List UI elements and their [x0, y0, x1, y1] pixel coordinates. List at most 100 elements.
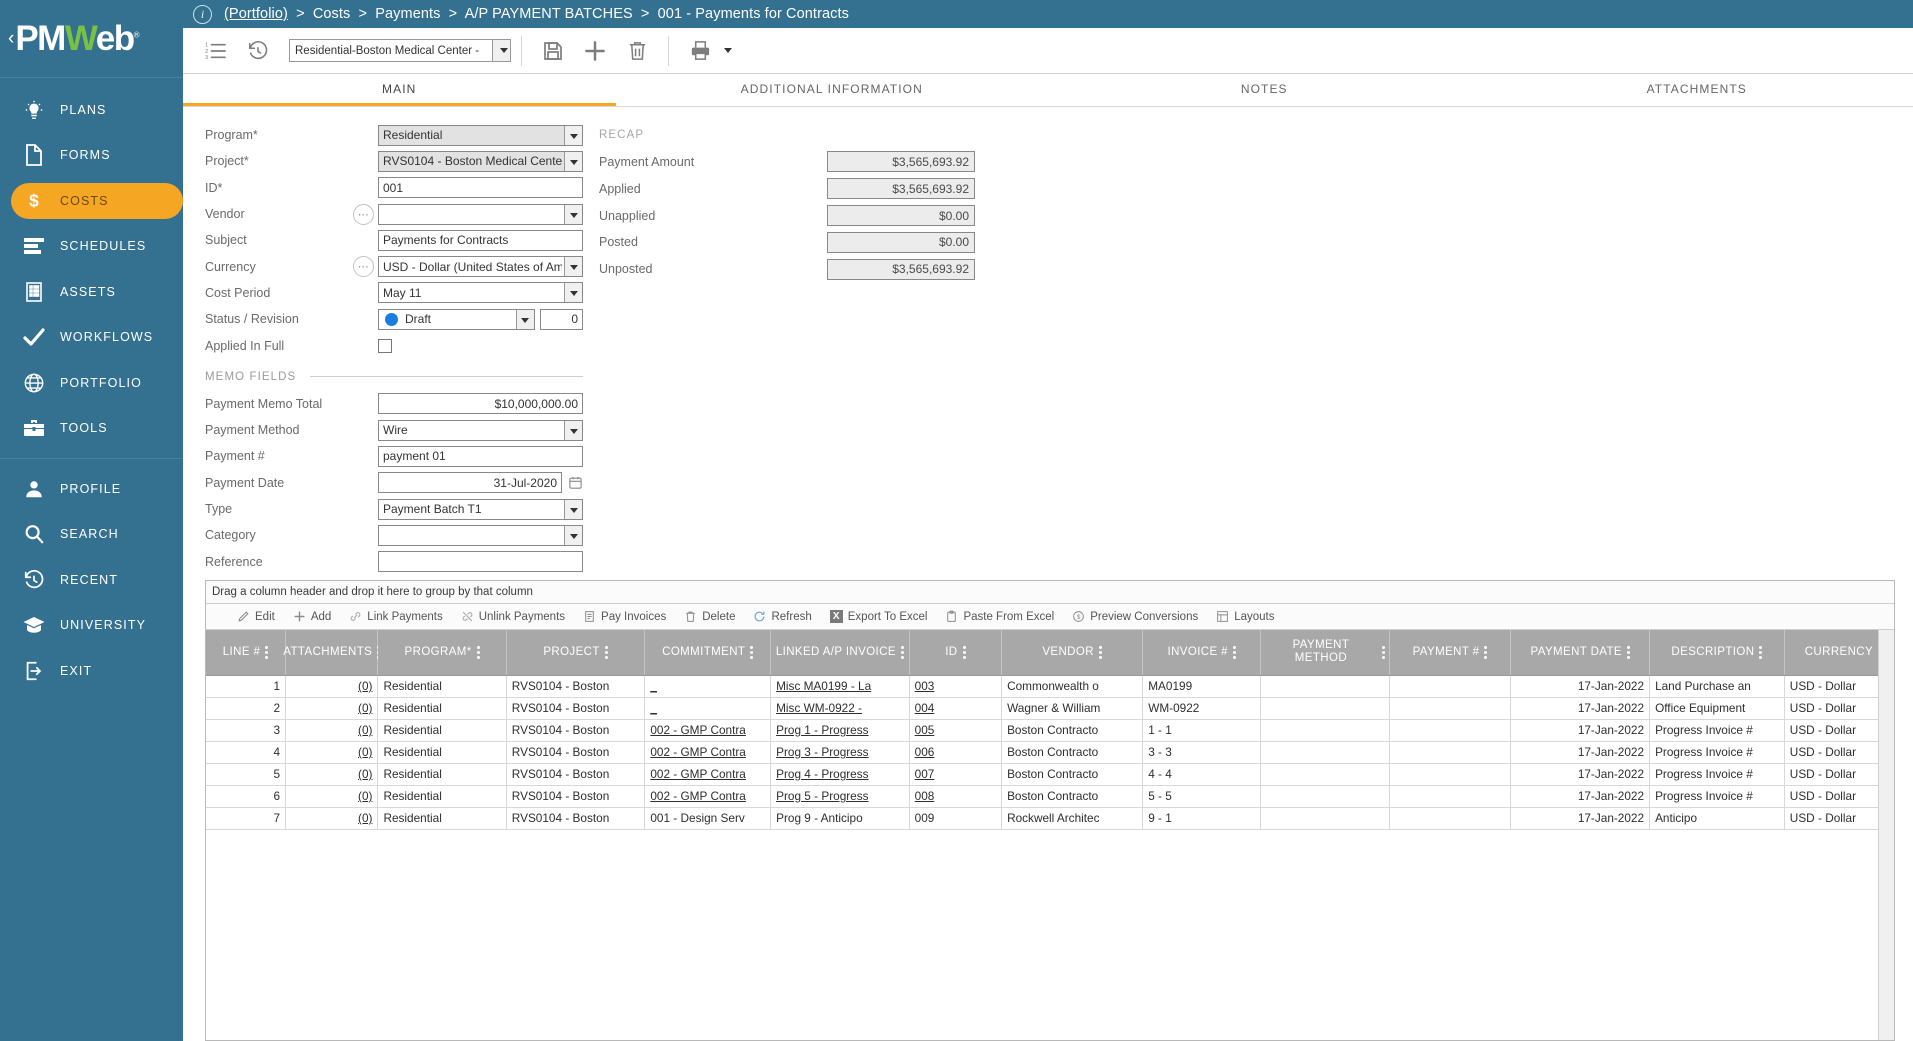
sidebar-item-assets[interactable]: ASSETS [0, 269, 183, 315]
id-input[interactable]: 001 [378, 177, 583, 199]
cell-commitment[interactable]: 002 - GMP Contra [644, 763, 772, 786]
currency-picker-ellipsis-icon[interactable]: ⋯ [353, 256, 374, 278]
category-select[interactable] [378, 524, 583, 546]
reference-input[interactable] [378, 551, 583, 573]
id-link[interactable]: 007 [915, 767, 935, 781]
breadcrumb-portfolio[interactable]: (Portfolio) [224, 6, 288, 22]
commitment-link[interactable]: 002 - GMP Contra [650, 723, 746, 737]
col-attachments[interactable]: ATTACHMENTS [283, 630, 381, 676]
commitment-link[interactable]: _ [650, 701, 657, 715]
col-vendor[interactable]: VENDOR [1001, 630, 1144, 676]
col-payment-number[interactable]: PAYMENT # [1389, 630, 1512, 676]
tab-additional-information[interactable]: ADDITIONAL INFORMATION [616, 74, 1049, 106]
program-select[interactable]: Residential [378, 124, 583, 146]
sidebar-item-recent[interactable]: RECENT [0, 557, 183, 603]
history-revert-icon[interactable] [237, 31, 279, 71]
chevron-down-icon[interactable] [564, 283, 582, 303]
table-row[interactable]: 5 (0) Residential RVS0104 - Boston 002 -… [206, 763, 1894, 786]
sidebar-item-plans[interactable]: PLANS [0, 87, 183, 133]
kebab-icon[interactable] [1232, 645, 1236, 659]
kebab-icon[interactable] [1484, 645, 1488, 659]
kebab-icon[interactable] [750, 645, 754, 659]
cell-linked-invoice[interactable]: Prog 3 - Progress [770, 741, 910, 764]
cell-commitment[interactable]: 002 - GMP Contra [644, 719, 772, 742]
chevron-down-icon[interactable] [564, 151, 582, 171]
chevron-down-icon[interactable] [564, 499, 582, 519]
kebab-icon[interactable] [1098, 645, 1102, 659]
attachment-link[interactable]: (0) [358, 745, 372, 759]
group-by-dropzone[interactable]: Drag a column header and drop it here to… [206, 581, 1894, 604]
sidebar-item-workflows[interactable]: WORKFLOWS [0, 315, 183, 361]
chevron-down-icon[interactable] [515, 309, 534, 329]
linked-invoice-link[interactable]: Prog 3 - Progress [776, 745, 868, 759]
sidebar-item-search[interactable]: SEARCH [0, 512, 183, 558]
project-select[interactable]: RVS0104 - Boston Medical Center [378, 150, 583, 172]
breadcrumb-ap-payment-batches[interactable]: A/P PAYMENT BATCHES [465, 6, 633, 22]
col-payment-method[interactable]: PAYMENT METHOD [1260, 630, 1390, 676]
col-project[interactable]: PROJECT [506, 630, 646, 676]
col-commitment[interactable]: COMMITMENT [644, 630, 772, 676]
payment-date-input[interactable]: 31-Jul-2020 [378, 472, 562, 494]
attachment-link[interactable]: (0) [358, 811, 372, 825]
chevron-down-icon[interactable] [564, 420, 582, 440]
col-description[interactable]: DESCRIPTION [1649, 630, 1785, 676]
payment-number-input[interactable]: payment 01 [378, 445, 583, 467]
col-invoice-number[interactable]: INVOICE # [1142, 630, 1262, 676]
table-row[interactable]: 1 (0) Residential RVS0104 - Boston _ Mis… [206, 675, 1894, 698]
col-payment-date[interactable]: PAYMENT DATE [1510, 630, 1651, 676]
cell-attachments[interactable]: (0) [285, 807, 379, 830]
cell-attachments[interactable]: (0) [285, 785, 379, 808]
plus-icon[interactable] [574, 31, 616, 71]
cell-linked-invoice[interactable]: Prog 5 - Progress [770, 785, 910, 808]
paste-from-excel-button[interactable]: Paste From Excel [936, 604, 1063, 630]
payment-method-select[interactable]: Wire [378, 419, 583, 441]
linked-invoice-link[interactable]: Prog 1 - Progress [776, 723, 868, 737]
layouts-button[interactable]: Layouts [1207, 604, 1283, 630]
delete-button[interactable]: Delete [675, 604, 744, 630]
table-row[interactable]: 7 (0) Residential RVS0104 - Boston 001 -… [206, 807, 1894, 830]
sidebar-item-schedules[interactable]: SCHEDULES [0, 224, 183, 270]
cell-id[interactable]: 008 [909, 785, 1003, 808]
unlink-payments-button[interactable]: Unlink Payments [452, 604, 574, 630]
sidebar-item-profile[interactable]: PROFILE [0, 466, 183, 512]
col-line-number[interactable]: LINE # [206, 630, 287, 676]
tab-notes[interactable]: NOTES [1048, 74, 1481, 106]
attachment-link[interactable]: (0) [358, 789, 372, 803]
kebab-icon[interactable] [1759, 645, 1763, 659]
grid-vertical-scrollbar[interactable] [1878, 630, 1894, 1040]
cell-attachments[interactable]: (0) [285, 763, 379, 786]
cell-linked-invoice[interactable]: Prog 4 - Progress [770, 763, 910, 786]
tab-main[interactable]: MAIN [183, 74, 616, 106]
cell-id[interactable]: 005 [909, 719, 1003, 742]
breadcrumb-payments[interactable]: Payments [375, 6, 440, 22]
subject-input[interactable]: Payments for Contracts [378, 229, 583, 251]
cell-commitment[interactable]: 002 - GMP Contra [644, 741, 772, 764]
attachment-link[interactable]: (0) [358, 723, 372, 737]
vendor-picker-ellipsis-icon[interactable]: ⋯ [353, 203, 374, 225]
table-row[interactable]: 6 (0) Residential RVS0104 - Boston 002 -… [206, 785, 1894, 808]
vendor-select[interactable] [378, 203, 583, 225]
cell-linked-invoice[interactable]: Prog 1 - Progress [770, 719, 910, 742]
add-button[interactable]: Add [284, 604, 340, 630]
type-select[interactable]: Payment Batch T1 [378, 498, 583, 520]
id-link[interactable]: 005 [915, 723, 935, 737]
linked-invoice-link[interactable]: Misc MA0199 - La [776, 679, 871, 693]
commitment-link[interactable]: _ [650, 679, 657, 693]
sidebar-item-exit[interactable]: EXIT [0, 648, 183, 694]
chevron-down-icon[interactable] [564, 257, 582, 277]
info-icon[interactable]: i [193, 4, 212, 24]
chevron-down-icon[interactable] [564, 204, 582, 224]
commitment-link[interactable]: 002 - GMP Contra [650, 789, 746, 803]
kebab-icon[interactable] [604, 645, 608, 659]
table-row[interactable]: 4 (0) Residential RVS0104 - Boston 002 -… [206, 741, 1894, 764]
sidebar-item-costs[interactable]: $ COSTS [0, 178, 183, 224]
kebab-icon[interactable] [265, 645, 269, 659]
cell-commitment[interactable]: _ [644, 697, 772, 720]
pay-invoices-button[interactable]: Pay Invoices [574, 604, 675, 630]
chevron-down-icon[interactable] [564, 125, 582, 145]
col-program[interactable]: PROGRAM* [377, 630, 507, 676]
link-payments-button[interactable]: Link Payments [340, 604, 451, 630]
kebab-icon[interactable] [1381, 645, 1385, 659]
attachment-link[interactable]: (0) [358, 701, 372, 715]
table-row[interactable]: 2 (0) Residential RVS0104 - Boston _ Mis… [206, 697, 1894, 720]
